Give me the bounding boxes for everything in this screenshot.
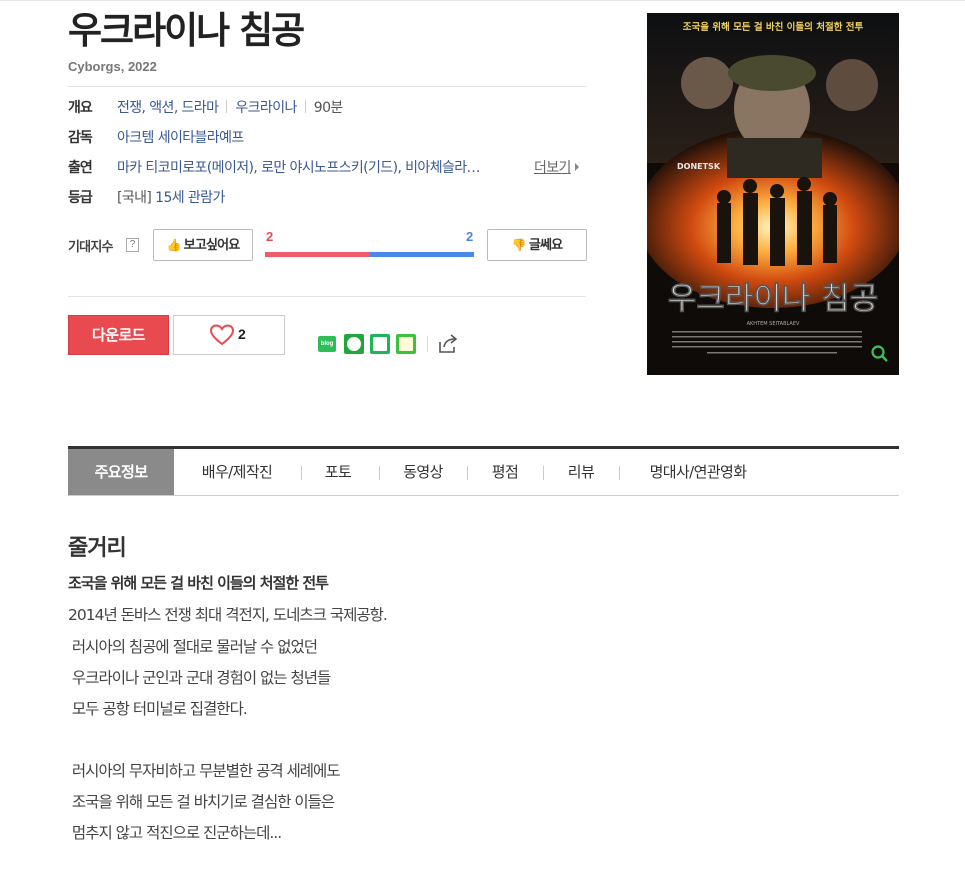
want-to-see-label: 보고싶어요 [183,238,241,253]
help-icon[interactable]: ? [126,238,139,252]
director-label: 감독 [68,130,93,146]
cafe-cup-icon [347,337,361,351]
tab-bar: 주요정보 배우/제작진 포토 동영상 평점 리뷰 명대사/연관영화 [68,446,899,496]
poster-title: 우크라이나 침공 [668,281,878,317]
expectation-bar [265,252,474,257]
more-label: 더보기 [534,160,571,176]
bookmark-icon [373,337,387,351]
runtime: 90분 [313,100,344,116]
tab-video[interactable]: 동영상 [388,449,458,495]
separator [467,466,468,480]
separator [304,100,306,113]
like-count: 2 [266,229,274,244]
top-border [0,0,965,1]
more-link[interactable]: 더보기 [534,157,579,179]
memo-icon [399,337,413,351]
separator [427,336,428,352]
divider [68,296,586,297]
tab-main-info[interactable]: 주요정보 [68,449,174,495]
rating-value[interactable]: [국내] 15세 관람가 [117,187,225,209]
cast-links[interactable]: 마카 티코미로포(메이저), 로만 야시노프스키(기드), 비아체슬라… [117,157,481,179]
chevron-right-icon [574,163,579,171]
like-heart-button[interactable]: 2 [173,315,285,355]
rating-prefix: [국내] [117,190,152,206]
download-button[interactable]: 다운로드 [68,315,169,355]
poster-sign: DONETSK [677,162,721,171]
bookmark-share-icon[interactable] [370,334,390,354]
not-sure-label: 글쎄요 [528,238,563,253]
synopsis-line: 조국을 위해 모든 걸 바치기로 결심한 이들은 [68,793,335,811]
blog-share-label: blog [320,341,334,347]
separator [543,466,544,480]
genre-link[interactable]: 전쟁, 액션, 드라마 [117,100,219,116]
heart-icon [210,324,234,346]
overview-values: 전쟁, 액션, 드라마 우크라이나 90분 [117,97,343,119]
cafe-share-icon[interactable] [344,334,364,354]
movie-title: 우크라이나 침공 [68,9,305,52]
poster-tagline: 조국을 위해 모든 걸 바친 이들의 처절한 전투 [683,21,864,33]
overview-label: 개요 [68,100,93,116]
want-to-see-button[interactable]: 👍 보고싶어요 [153,229,253,261]
dislike-bar [370,252,474,257]
movie-poster[interactable]: 조국을 위해 모든 걸 바친 이들의 처절한 전투 DONETSK 우크라이나 … [647,13,899,375]
tab-photo[interactable]: 포토 [308,449,368,495]
cast-label: 출연 [68,160,93,176]
thumbs-up-icon: 👍 [166,238,182,252]
divider [68,86,586,87]
poster-image: 조국을 위해 모든 걸 바친 이들의 처절한 전투 DONETSK 우크라이나 … [647,13,899,375]
share-icon[interactable] [437,333,459,355]
director-link[interactable]: 아크템 세이타블라예프 [117,127,244,149]
synopsis-line: 우크라이나 군인과 군대 경험이 없는 청년들 [68,669,331,687]
thumbs-down-icon: 👎 [511,238,527,252]
synopsis-line: 2014년 돈바스 전쟁 최대 격전지, 도네츠크 국제공항. [68,606,388,624]
not-sure-button[interactable]: 👎 글쎄요 [487,229,587,261]
movie-subtitle: Cyborgs, 2022 [68,59,157,74]
memo-share-icon[interactable] [396,334,416,354]
tab-rating[interactable]: 평점 [473,449,537,495]
tab-cast-crew[interactable]: 배우/제작진 [182,449,292,495]
synopsis-title: 줄거리 [68,536,127,561]
info-cast-row: 출연 마카 티코미로포(메이저), 로만 야시노프스키(기드), 비아체슬라… … [68,157,586,179]
separator [379,466,380,480]
separator [619,466,620,480]
rating-text: 15세 관람가 [155,190,225,206]
synopsis-line: 모두 공항 터미널로 집결한다. [68,700,248,718]
rating-label: 등급 [68,190,93,206]
tab-review[interactable]: 리뷰 [551,449,611,495]
like-bar [265,252,370,257]
synopsis-line: 러시아의 무자비하고 무분별한 공격 세례에도 [68,762,341,780]
synopsis-line: 러시아의 침공에 절대로 물러날 수 없었던 [68,638,318,656]
synopsis-line: 멈추지 않고 적진으로 진군하는데... [68,824,282,842]
heart-count: 2 [238,326,246,342]
separator [301,466,302,480]
dislike-count: 2 [466,229,474,244]
synopsis-headline: 조국을 위해 모든 걸 바친 이들의 처절한 전투 [68,574,329,592]
expectation-label: 기대지수 [68,240,113,255]
separator [226,100,228,113]
tab-quotes-related[interactable]: 명대사/연관영화 [628,449,768,495]
blog-share-icon[interactable]: blog [318,336,336,352]
country-link[interactable]: 우크라이나 [235,100,297,116]
poster-director: AKHTEM SEITABLAEV [747,321,800,327]
